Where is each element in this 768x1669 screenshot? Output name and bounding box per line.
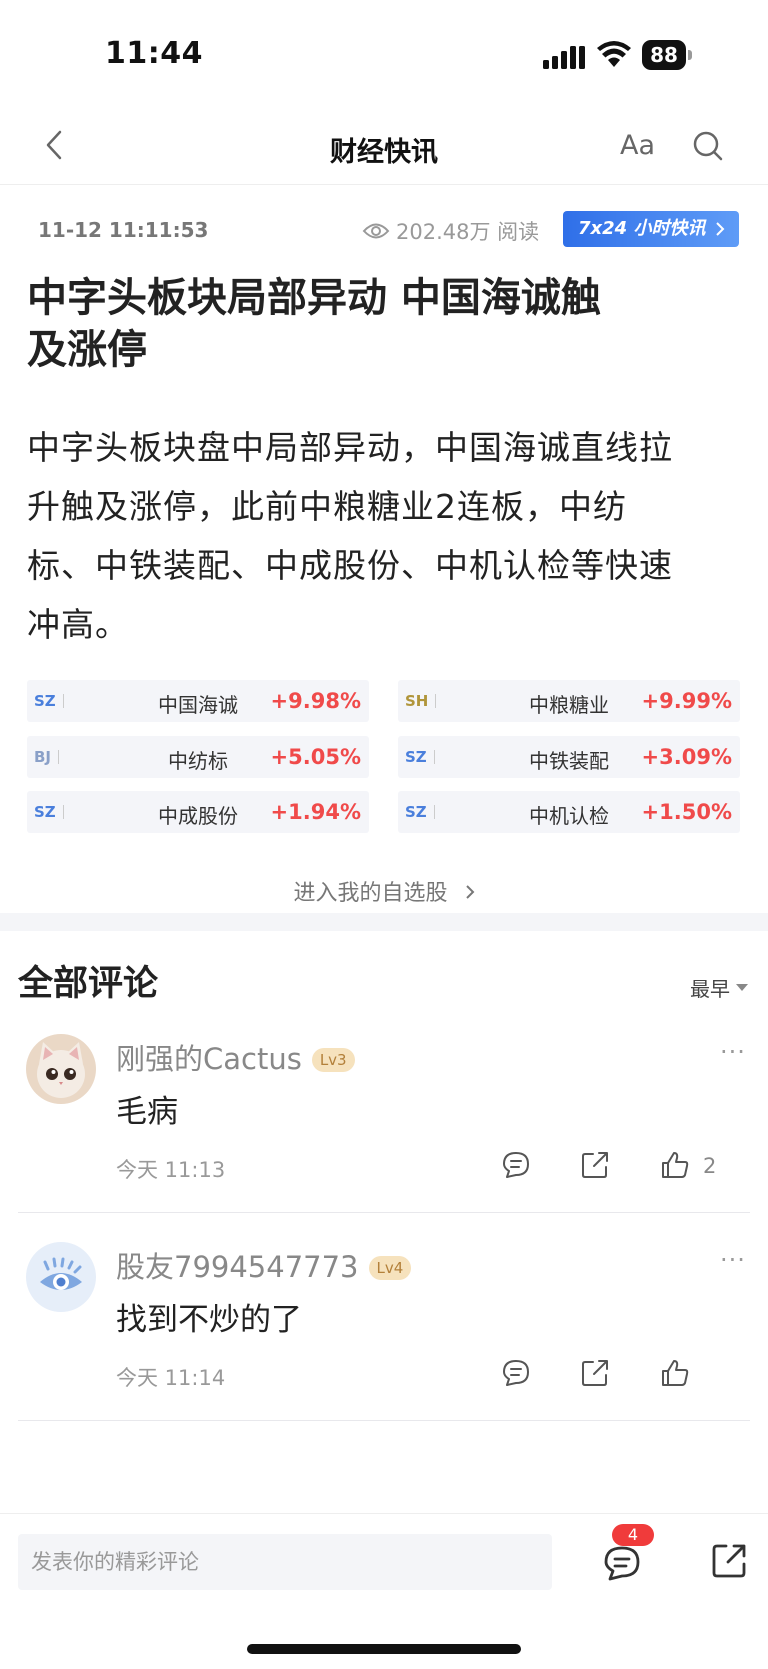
comment-item: 股友7994547773 Lv4 ··· 找到不炒的了 今天 11:14 [0, 1242, 768, 1447]
share-icon[interactable] [710, 1542, 748, 1580]
stock-change: +3.09% [641, 745, 732, 769]
avatar[interactable] [26, 1242, 96, 1312]
battery-icon: 88 [642, 40, 692, 70]
comment-bubble-icon[interactable] [501, 1150, 531, 1180]
stock-chip[interactable]: SZ 中机认检 +1.50% [398, 791, 740, 833]
view-count: 202.48万 阅读 [362, 216, 539, 246]
live-news-badge-label: 7x24 小时快讯 [578, 218, 706, 239]
stock-chip[interactable]: SZ 中国海诚 +9.98% [27, 680, 369, 722]
body-line: 中字头板块盘中局部异动，中国海诚直线拉 [27, 428, 673, 467]
comment-time: 今天 11:13 [116, 1158, 226, 1182]
like-count: 2 [703, 1154, 717, 1178]
share-icon[interactable] [580, 1150, 610, 1180]
nav-bar: 财经快讯 Aa [0, 110, 768, 185]
stock-change: +1.50% [641, 800, 732, 824]
watchlist-link-label: 进入我的自选股 [293, 881, 448, 906]
comment-item: 刚强的Cactus Lv3 ··· 毛病 今天 11:13 2 [0, 1034, 768, 1239]
font-size-button[interactable]: Aa [620, 130, 655, 161]
level-badge: Lv4 [368, 1256, 412, 1280]
more-options-icon[interactable]: ··· [720, 1038, 746, 1066]
chevron-right-icon [716, 222, 725, 236]
search-icon[interactable] [692, 130, 724, 162]
body-line: 升触及涨停，此前中粮糖业2连板，中纺 [27, 487, 627, 526]
headline-line: 及涨停 [27, 327, 147, 373]
status-time: 11:44 [105, 36, 203, 71]
comment-username[interactable]: 刚强的Cactus Lv3 [116, 1036, 355, 1078]
stock-change: +5.05% [270, 745, 361, 769]
stock-change: +9.99% [641, 689, 732, 713]
wifi-icon [597, 41, 631, 67]
comment-time: 今天 11:14 [116, 1366, 226, 1390]
section-divider [0, 913, 768, 931]
comment-bubble-icon[interactable] [501, 1358, 531, 1388]
sort-label: 最早 [690, 977, 730, 1001]
caret-down-icon [736, 984, 748, 991]
cellular-signal-icon [543, 46, 585, 69]
stock-change: +1.94% [270, 800, 361, 824]
live-news-badge[interactable]: 7x24 小时快讯 [563, 211, 739, 247]
headline-line: 中字头板块局部异动 中国海诚触 [27, 275, 601, 321]
sort-dropdown[interactable]: 最早 [690, 973, 748, 1002]
stock-change: +9.98% [270, 689, 361, 713]
stock-chip[interactable]: SZ 中铁装配 +3.09% [398, 736, 740, 778]
article-headline: 中字头板块局部异动 中国海诚触 及涨停 [27, 272, 747, 376]
publish-datetime: 11-12 11:11:53 [38, 218, 209, 242]
comment-count-badge: 4 [612, 1524, 654, 1546]
stock-chip[interactable]: BJ 中纺标 +5.05% [27, 736, 369, 778]
home-indicator[interactable] [247, 1644, 521, 1654]
watchlist-link[interactable]: 进入我的自选股 [0, 875, 768, 907]
view-count-text: 202.48万 阅读 [396, 220, 540, 244]
comment-bubble-icon[interactable] [602, 1544, 642, 1582]
thumbs-up-icon[interactable] [660, 1150, 690, 1180]
battery-level: 88 [642, 40, 686, 70]
comment-divider [18, 1212, 750, 1213]
weibo-eye-avatar-icon [26, 1242, 96, 1312]
username-text: 股友7994547773 [116, 1250, 359, 1284]
stock-chip[interactable]: SZ 中成股份 +1.94% [27, 791, 369, 833]
chevron-right-icon [465, 885, 474, 899]
comment-text: 找到不炒的了 [116, 1302, 302, 1338]
share-icon[interactable] [580, 1358, 610, 1388]
thumbs-up-icon[interactable] [660, 1358, 690, 1388]
comment-input[interactable]: 发表你的精彩评论 [18, 1534, 552, 1590]
username-text: 刚强的Cactus [116, 1042, 302, 1076]
comment-username[interactable]: 股友7994547773 Lv4 [116, 1244, 412, 1286]
comments-title: 全部评论 [18, 964, 159, 1004]
body-line: 冲高。 [27, 605, 129, 644]
eye-icon [362, 223, 390, 239]
comment-text: 毛病 [116, 1094, 178, 1130]
article-meta: 11-12 11:11:53 202.48万 阅读 7x24 小时快讯 [0, 210, 768, 250]
more-options-icon[interactable]: ··· [720, 1246, 746, 1274]
status-bar: 11:44 88 [0, 0, 768, 110]
level-badge: Lv3 [311, 1048, 355, 1072]
stock-chip[interactable]: SH 中粮糖业 +9.99% [398, 680, 740, 722]
cat-avatar-icon [26, 1034, 96, 1104]
body-line: 标、中铁装配、中成股份、中机认检等快速 [27, 546, 673, 585]
article-body: 中字头板块盘中局部异动，中国海诚直线拉 升触及涨停，此前中粮糖业2连板，中纺 标… [27, 418, 747, 654]
comment-divider [18, 1420, 750, 1421]
avatar[interactable] [26, 1034, 96, 1104]
